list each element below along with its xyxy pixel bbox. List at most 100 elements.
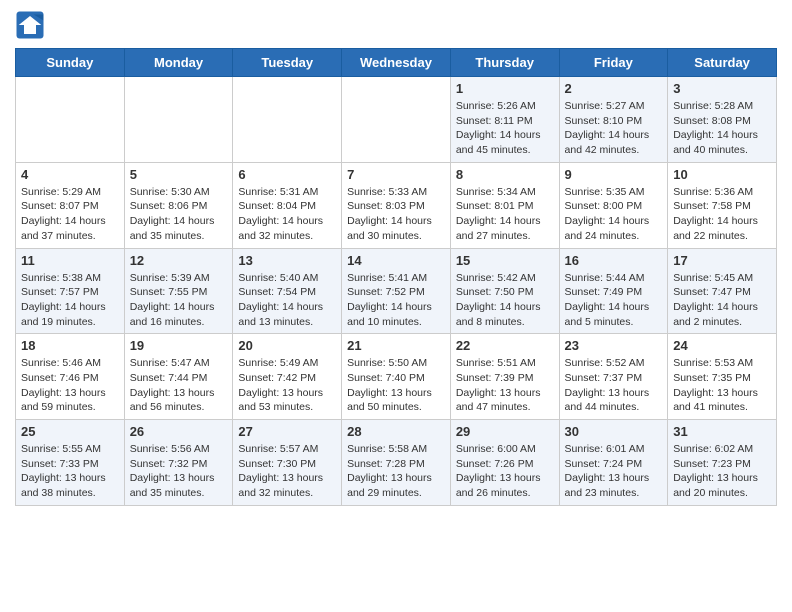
day-info: Sunrise: 5:29 AM Sunset: 8:07 PM Dayligh… (21, 185, 119, 244)
day-info: Sunrise: 5:52 AM Sunset: 7:37 PM Dayligh… (565, 356, 663, 415)
day-info: Sunrise: 5:40 AM Sunset: 7:54 PM Dayligh… (238, 271, 336, 330)
day-info: Sunrise: 6:01 AM Sunset: 7:24 PM Dayligh… (565, 442, 663, 501)
header-saturday: Saturday (668, 49, 777, 77)
day-cell: 1 Sunrise: 5:26 AM Sunset: 8:11 PM Daylig… (450, 77, 559, 163)
day-number: 18 (21, 338, 119, 353)
day-cell: 25Sunrise: 5:55 AM Sunset: 7:33 PM Dayli… (16, 420, 125, 506)
day-cell: 18 Sunrise: 5:46 AM Sunset: 7:46 PM Dayli… (16, 334, 125, 420)
day-number: 25 (21, 424, 119, 439)
page-header (15, 10, 777, 40)
day-cell: 20Sunrise: 5:49 AM Sunset: 7:42 PM Dayli… (233, 334, 342, 420)
day-cell: 6 Sunrise: 5:31 AM Sunset: 8:04 PM Daylig… (233, 162, 342, 248)
day-number: 2 (565, 81, 663, 96)
day-cell: 15Sunrise: 5:42 AM Sunset: 7:50 PM Dayli… (450, 248, 559, 334)
week-row-5: 25Sunrise: 5:55 AM Sunset: 7:33 PM Dayli… (16, 420, 777, 506)
day-number: 28 (347, 424, 445, 439)
day-number: 13 (238, 253, 336, 268)
day-number: 10 (673, 167, 771, 182)
day-info: Sunrise: 5:27 AM Sunset: 8:10 PM Dayligh… (565, 99, 663, 158)
day-number: 24 (673, 338, 771, 353)
logo (15, 10, 49, 40)
day-cell: 31 Sunrise: 6:02 AM Sunset: 7:23 PM Dayli… (668, 420, 777, 506)
day-cell (124, 77, 233, 163)
day-cell: 14Sunrise: 5:41 AM Sunset: 7:52 PM Dayli… (342, 248, 451, 334)
day-cell: 10 Sunrise: 5:36 AM Sunset: 7:58 PM Dayli… (668, 162, 777, 248)
day-number: 31 (673, 424, 771, 439)
day-cell: 29Sunrise: 6:00 AM Sunset: 7:26 PM Dayli… (450, 420, 559, 506)
calendar-table: SundayMondayTuesdayWednesdayThursdayFrid… (15, 48, 777, 506)
day-cell: 12 Sunrise: 5:39 AM Sunset: 7:55 PM Dayli… (124, 248, 233, 334)
week-row-3: 11 Sunrise: 5:38 AM Sunset: 7:57 PM Dayli… (16, 248, 777, 334)
day-cell: 9 Sunrise: 5:35 AM Sunset: 8:00 PM Daylig… (559, 162, 668, 248)
logo-icon (15, 10, 45, 40)
day-cell: 19 Sunrise: 5:47 AM Sunset: 7:44 PM Dayli… (124, 334, 233, 420)
day-info: Sunrise: 5:45 AM Sunset: 7:47 PM Dayligh… (673, 271, 771, 330)
day-number: 23 (565, 338, 663, 353)
day-info: Sunrise: 5:26 AM Sunset: 8:11 PM Dayligh… (456, 99, 554, 158)
day-cell: 5Sunrise: 5:30 AM Sunset: 8:06 PM Daylig… (124, 162, 233, 248)
week-row-2: 4 Sunrise: 5:29 AM Sunset: 8:07 PM Daylig… (16, 162, 777, 248)
day-cell: 21Sunrise: 5:50 AM Sunset: 7:40 PM Dayli… (342, 334, 451, 420)
day-info: Sunrise: 5:36 AM Sunset: 7:58 PM Dayligh… (673, 185, 771, 244)
header-monday: Monday (124, 49, 233, 77)
day-info: Sunrise: 6:02 AM Sunset: 7:23 PM Dayligh… (673, 442, 771, 501)
day-number: 26 (130, 424, 228, 439)
day-cell: 7 Sunrise: 5:33 AM Sunset: 8:03 PM Daylig… (342, 162, 451, 248)
day-number: 17 (673, 253, 771, 268)
day-cell (233, 77, 342, 163)
day-info: Sunrise: 6:00 AM Sunset: 7:26 PM Dayligh… (456, 442, 554, 501)
day-info: Sunrise: 5:33 AM Sunset: 8:03 PM Dayligh… (347, 185, 445, 244)
day-number: 8 (456, 167, 554, 182)
day-number: 5 (130, 167, 228, 182)
day-cell: 8 Sunrise: 5:34 AM Sunset: 8:01 PM Daylig… (450, 162, 559, 248)
day-info: Sunrise: 5:53 AM Sunset: 7:35 PM Dayligh… (673, 356, 771, 415)
day-info: Sunrise: 5:31 AM Sunset: 8:04 PM Dayligh… (238, 185, 336, 244)
day-number: 9 (565, 167, 663, 182)
day-number: 30 (565, 424, 663, 439)
day-info: Sunrise: 5:34 AM Sunset: 8:01 PM Dayligh… (456, 185, 554, 244)
day-number: 22 (456, 338, 554, 353)
day-info: Sunrise: 5:35 AM Sunset: 8:00 PM Dayligh… (565, 185, 663, 244)
day-number: 16 (565, 253, 663, 268)
day-info: Sunrise: 5:28 AM Sunset: 8:08 PM Dayligh… (673, 99, 771, 158)
week-row-1: 1 Sunrise: 5:26 AM Sunset: 8:11 PM Daylig… (16, 77, 777, 163)
day-number: 4 (21, 167, 119, 182)
header-row: SundayMondayTuesdayWednesdayThursdayFrid… (16, 49, 777, 77)
day-number: 3 (673, 81, 771, 96)
day-number: 27 (238, 424, 336, 439)
day-number: 12 (130, 253, 228, 268)
day-info: Sunrise: 5:39 AM Sunset: 7:55 PM Dayligh… (130, 271, 228, 330)
day-cell: 27 Sunrise: 5:57 AM Sunset: 7:30 PM Dayli… (233, 420, 342, 506)
day-cell: 11 Sunrise: 5:38 AM Sunset: 7:57 PM Dayli… (16, 248, 125, 334)
day-cell: 24 Sunrise: 5:53 AM Sunset: 7:35 PM Dayli… (668, 334, 777, 420)
header-thursday: Thursday (450, 49, 559, 77)
header-tuesday: Tuesday (233, 49, 342, 77)
day-info: Sunrise: 5:46 AM Sunset: 7:46 PM Dayligh… (21, 356, 119, 415)
day-cell (16, 77, 125, 163)
day-cell (342, 77, 451, 163)
day-number: 7 (347, 167, 445, 182)
day-number: 19 (130, 338, 228, 353)
day-cell: 4 Sunrise: 5:29 AM Sunset: 8:07 PM Daylig… (16, 162, 125, 248)
day-info: Sunrise: 5:47 AM Sunset: 7:44 PM Dayligh… (130, 356, 228, 415)
day-number: 21 (347, 338, 445, 353)
day-number: 1 (456, 81, 554, 96)
day-cell: 28 Sunrise: 5:58 AM Sunset: 7:28 PM Dayli… (342, 420, 451, 506)
day-info: Sunrise: 5:56 AM Sunset: 7:32 PM Dayligh… (130, 442, 228, 501)
header-wednesday: Wednesday (342, 49, 451, 77)
day-cell: 26 Sunrise: 5:56 AM Sunset: 7:32 PM Dayli… (124, 420, 233, 506)
header-friday: Friday (559, 49, 668, 77)
day-info: Sunrise: 5:38 AM Sunset: 7:57 PM Dayligh… (21, 271, 119, 330)
day-info: Sunrise: 5:41 AM Sunset: 7:52 PM Dayligh… (347, 271, 445, 330)
day-info: Sunrise: 5:57 AM Sunset: 7:30 PM Dayligh… (238, 442, 336, 501)
day-number: 20 (238, 338, 336, 353)
day-info: Sunrise: 5:51 AM Sunset: 7:39 PM Dayligh… (456, 356, 554, 415)
day-cell: 16Sunrise: 5:44 AM Sunset: 7:49 PM Dayli… (559, 248, 668, 334)
day-number: 6 (238, 167, 336, 182)
day-cell: 13 Sunrise: 5:40 AM Sunset: 7:54 PM Dayli… (233, 248, 342, 334)
day-number: 11 (21, 253, 119, 268)
day-cell: 23 Sunrise: 5:52 AM Sunset: 7:37 PM Dayli… (559, 334, 668, 420)
day-info: Sunrise: 5:42 AM Sunset: 7:50 PM Dayligh… (456, 271, 554, 330)
day-cell: 3 Sunrise: 5:28 AM Sunset: 8:08 PM Daylig… (668, 77, 777, 163)
day-info: Sunrise: 5:58 AM Sunset: 7:28 PM Dayligh… (347, 442, 445, 501)
